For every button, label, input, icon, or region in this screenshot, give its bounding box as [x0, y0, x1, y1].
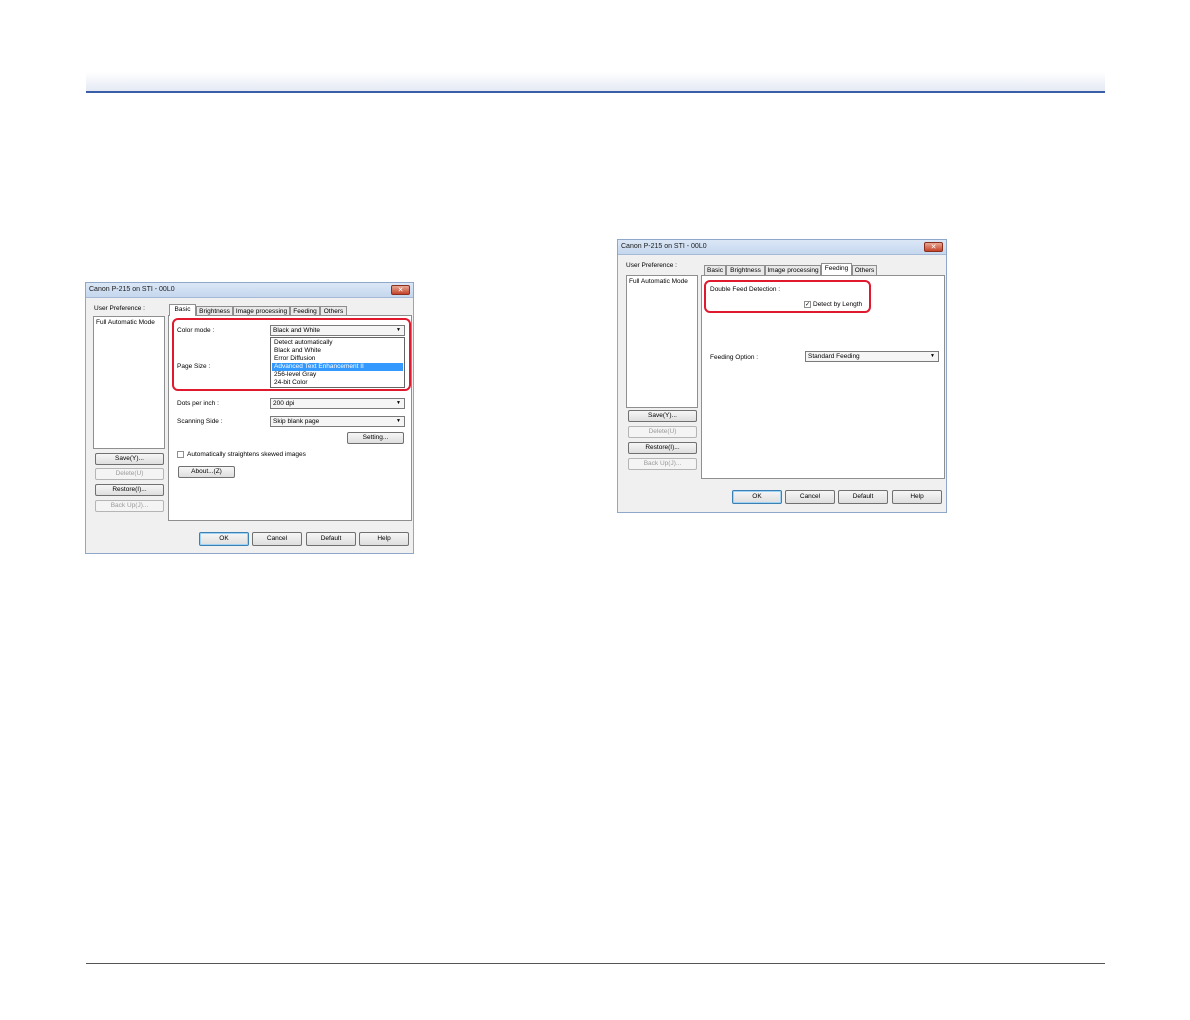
user-preference-label: User Preference : [626, 262, 677, 269]
dialog-title: Canon P-215 on STI - 00L0 [621, 243, 707, 250]
double-feed-label: Double Feed Detection : [710, 286, 781, 293]
close-icon: ✕ [397, 287, 404, 294]
delete-button[interactable]: Delete(U) [628, 426, 697, 438]
dropdown-option-selected[interactable]: Advanced Text Enhancement II [272, 363, 403, 371]
basic-tab-panel: Color mode : Black and White ▼ Detect au… [168, 315, 412, 521]
backup-button[interactable]: Back Up(J)... [628, 458, 697, 470]
tab-others[interactable]: Others [852, 265, 877, 275]
tab-brightness[interactable]: Brightness [726, 265, 765, 275]
scanning-side-label: Scanning Side : [177, 418, 223, 425]
tab-feeding[interactable]: Feeding [821, 263, 852, 275]
tab-image-processing[interactable]: Image processing [765, 265, 821, 275]
feeding-option-value: Standard Feeding [808, 353, 860, 360]
color-mode-label: Color mode : [177, 327, 215, 334]
list-item[interactable]: Full Automatic Mode [629, 278, 688, 285]
tab-strip: Basic Brightness Image processing Feedin… [704, 263, 944, 275]
scanner-settings-dialog-feeding: Canon P-215 on STI - 00L0 ✕ User Prefere… [617, 239, 947, 513]
page-size-label: Page Size : [177, 363, 211, 370]
save-button[interactable]: Save(Y)... [95, 453, 164, 465]
backup-button[interactable]: Back Up(J)... [95, 500, 164, 512]
default-button[interactable]: Default [306, 532, 356, 546]
checkmark-icon: ✓ [805, 302, 811, 308]
straighten-label: Automatically straightens skewed images [187, 451, 306, 458]
restore-button[interactable]: Restore(I)... [628, 442, 697, 454]
cancel-button[interactable]: Cancel [252, 532, 302, 546]
dropdown-option[interactable]: Detect automatically [272, 339, 403, 347]
restore-button[interactable]: Restore(I)... [95, 484, 164, 496]
page-header-band [86, 72, 1105, 93]
help-button[interactable]: Help [892, 490, 942, 504]
close-button[interactable]: ✕ [924, 242, 943, 252]
ok-button[interactable]: OK [199, 532, 249, 546]
about-button[interactable]: About...(Z) [178, 466, 235, 478]
default-button[interactable]: Default [838, 490, 888, 504]
tab-basic[interactable]: Basic [704, 265, 726, 275]
save-button[interactable]: Save(Y)... [628, 410, 697, 422]
chevron-down-icon: ▼ [396, 400, 401, 406]
close-button[interactable]: ✕ [391, 285, 410, 295]
dialog-title: Canon P-215 on STI - 00L0 [89, 286, 175, 293]
dropdown-option[interactable]: Error Diffusion [272, 355, 403, 363]
detect-by-length-checkbox[interactable]: ✓ [804, 301, 811, 308]
feeding-option-label: Feeding Option : [710, 354, 759, 361]
setting-button[interactable]: Setting... [347, 432, 404, 444]
tab-basic[interactable]: Basic [169, 304, 196, 316]
page-footer-rule [86, 963, 1105, 964]
dropdown-option[interactable]: 24-bit Color [272, 379, 403, 387]
dpi-value: 200 dpi [273, 400, 295, 407]
straighten-checkbox[interactable] [177, 451, 184, 458]
color-mode-value: Black and White [273, 327, 320, 334]
close-icon: ✕ [930, 244, 937, 251]
dropdown-option[interactable]: Black and White [272, 347, 403, 355]
title-bar: Canon P-215 on STI - 00L0 ✕ [618, 240, 946, 255]
delete-button[interactable]: Delete(U) [95, 468, 164, 480]
user-preference-list[interactable]: Full Automatic Mode [93, 316, 165, 449]
user-preference-label: User Preference : [94, 305, 145, 312]
help-button[interactable]: Help [359, 532, 409, 546]
scanning-side-value: Skip blank page [273, 418, 320, 425]
chevron-down-icon: ▼ [930, 353, 935, 359]
user-preference-list[interactable]: Full Automatic Mode [626, 275, 698, 408]
color-mode-select[interactable]: Black and White ▼ [270, 325, 405, 336]
chevron-down-icon: ▼ [396, 418, 401, 424]
ok-button[interactable]: OK [732, 490, 782, 504]
chevron-down-icon: ▼ [396, 327, 401, 333]
detect-by-length-label: Detect by Length [813, 301, 863, 308]
scanning-side-select[interactable]: Skip blank page ▼ [270, 416, 405, 427]
dropdown-option[interactable]: 256-level Gray [272, 371, 403, 379]
scanner-settings-dialog-basic: Canon P-215 on STI - 00L0 ✕ User Prefere… [85, 282, 414, 554]
dpi-select[interactable]: 200 dpi ▼ [270, 398, 405, 409]
list-item[interactable]: Full Automatic Mode [96, 319, 155, 326]
feeding-option-select[interactable]: Standard Feeding ▼ [805, 351, 939, 362]
feeding-tab-panel: Double Feed Detection : ✓ Detect by Leng… [701, 275, 945, 479]
cancel-button[interactable]: Cancel [785, 490, 835, 504]
dpi-label: Dots per inch : [177, 400, 219, 407]
title-bar: Canon P-215 on STI - 00L0 ✕ [86, 283, 413, 298]
color-mode-dropdown-list: Detect automatically Black and White Err… [270, 337, 405, 388]
